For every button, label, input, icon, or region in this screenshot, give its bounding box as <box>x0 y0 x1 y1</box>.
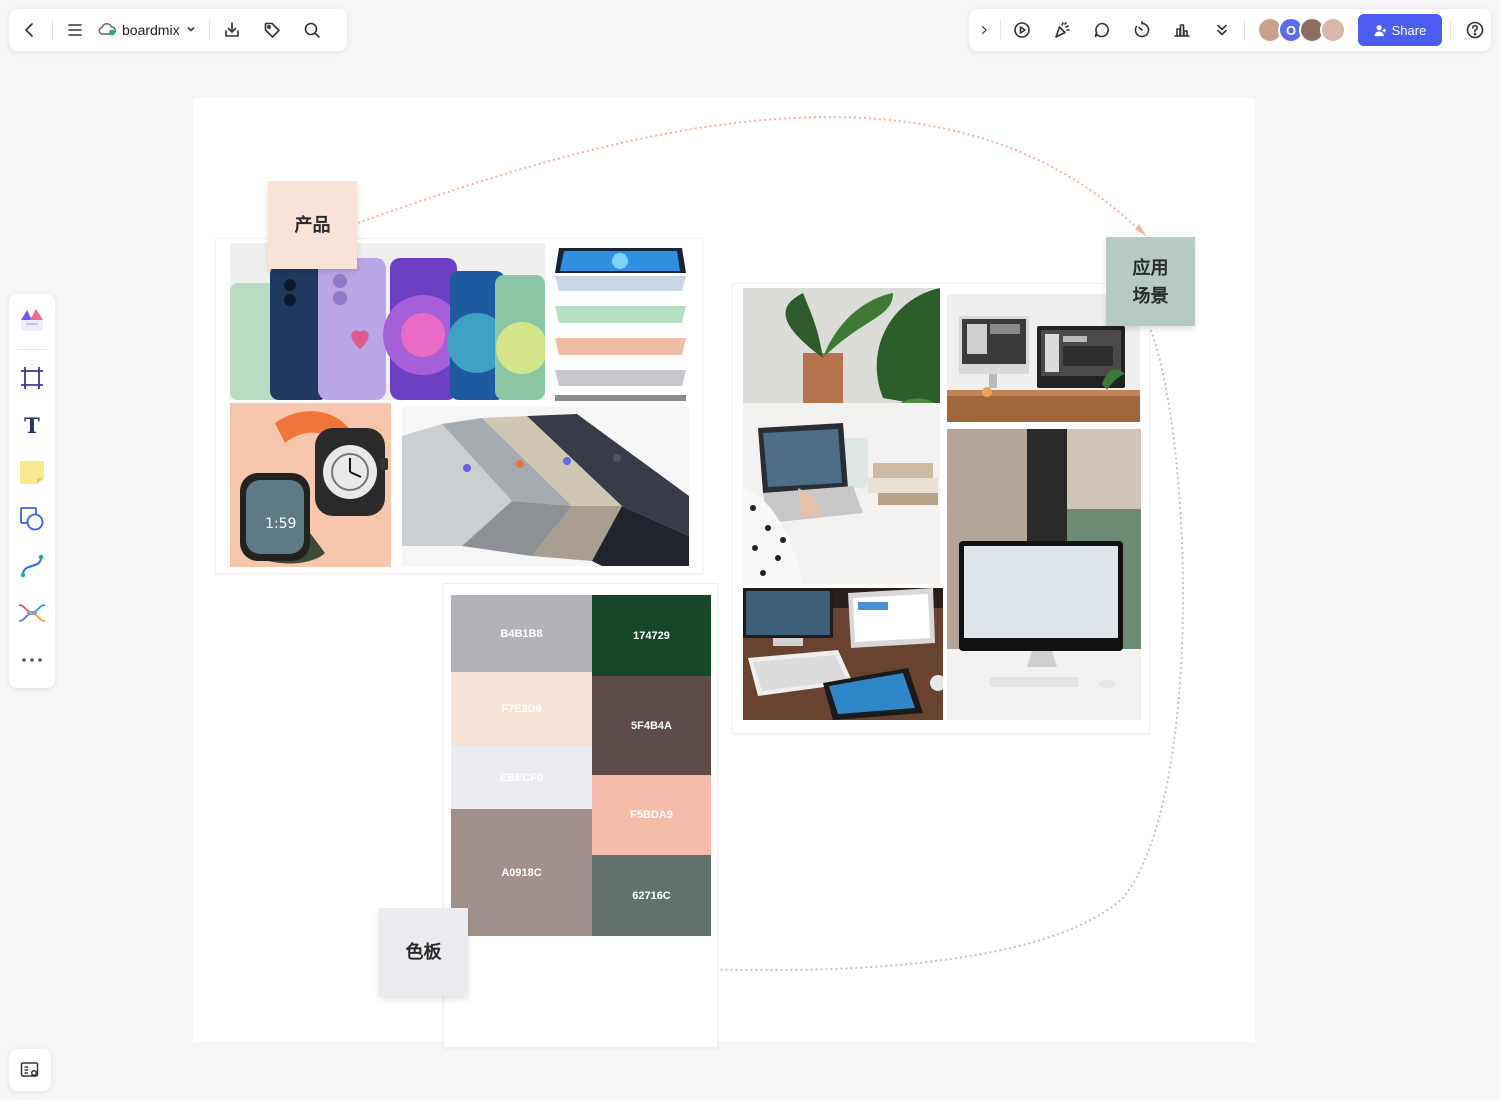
download-icon[interactable] <box>216 14 248 46</box>
sticky-note-palette[interactable]: 色板 <box>379 908 468 996</box>
swatch-hex: B4B1B8 <box>500 627 543 640</box>
svg-text:T: T <box>24 413 40 438</box>
vote-icon[interactable] <box>1166 14 1198 46</box>
minimap-icon <box>20 1062 39 1077</box>
sticky-line: 场景 <box>1132 285 1169 306</box>
frame-tool-icon[interactable] <box>12 358 52 397</box>
timer-icon[interactable] <box>1126 14 1158 46</box>
tag-icon[interactable] <box>256 14 288 46</box>
sticky-label: 应用 场景 <box>1133 254 1169 310</box>
connector-tool-icon[interactable] <box>12 547 52 586</box>
share-label: Share <box>1391 22 1427 38</box>
celebrate-icon[interactable] <box>1046 14 1078 46</box>
chevron-down-icon <box>185 22 197 38</box>
document-name: boardmix <box>122 22 180 38</box>
top-left-toolbar: boardmix <box>9 9 347 51</box>
sticky-note-tool-icon[interactable] <box>12 452 52 491</box>
sticky-note-scene[interactable]: 应用 场景 <box>1106 237 1195 326</box>
divider <box>1000 19 1001 41</box>
swatch-hex: F5BDA9 <box>630 809 673 821</box>
imac-photo[interactable] <box>947 429 1141 720</box>
color-swatch[interactable]: EBECF0 <box>451 746 592 809</box>
text-tool-icon[interactable]: T <box>12 405 52 444</box>
help-icon[interactable] <box>1459 14 1491 46</box>
color-swatch[interactable]: 174729 <box>592 595 711 676</box>
sticky-label: 产品 <box>294 215 331 235</box>
divider <box>52 19 53 41</box>
sticky-label: 色板 <box>405 942 442 962</box>
sticky-note-product[interactable]: 产品 <box>268 181 357 269</box>
color-swatch[interactable]: 62716C <box>592 855 711 936</box>
divider <box>208 19 210 41</box>
add-user-icon <box>1374 24 1386 36</box>
chevron-right-icon[interactable] <box>971 14 997 46</box>
document-name-dropdown[interactable]: boardmix <box>91 14 203 46</box>
ipad-image[interactable] <box>554 243 687 403</box>
left-toolbar: T <box>9 294 55 688</box>
swatch-hex: F7E2D6 <box>501 703 542 715</box>
color-swatch[interactable]: F7E2D6 <box>451 672 592 746</box>
imac-ipad-wood-desk-photo[interactable] <box>743 588 943 720</box>
color-swatch[interactable]: 5F4B4A <box>592 676 711 775</box>
swatch-hex: 62716C <box>632 889 671 902</box>
presentation-play-icon[interactable] <box>1006 14 1038 46</box>
templates-icon[interactable] <box>12 300 52 339</box>
color-swatch[interactable]: A0918C <box>451 809 592 936</box>
sticky-line: 应用 <box>1132 257 1169 278</box>
comment-icon[interactable] <box>1086 14 1118 46</box>
search-icon[interactable] <box>296 14 328 46</box>
apple-watch-image[interactable]: 1:59 <box>230 403 391 567</box>
share-button[interactable]: Share <box>1358 14 1442 46</box>
menu-icon[interactable] <box>59 14 91 46</box>
swatch-hex: A0918C <box>501 866 542 879</box>
divider <box>17 349 47 351</box>
shape-tool-icon[interactable] <box>12 499 52 538</box>
back-icon[interactable] <box>14 14 46 46</box>
collaborator-avatars[interactable]: O <box>1257 17 1346 43</box>
color-swatch[interactable]: F5BDA9 <box>592 775 711 855</box>
top-right-toolbar: O Share <box>969 9 1491 51</box>
macbook-image[interactable] <box>402 406 689 566</box>
swatch-hex: 5F4B4A <box>631 719 672 732</box>
whiteboard-frame[interactable]: 1:59 产品 应用 场景 B4B1B8 F7E2D6 EBECF0 A0918… <box>193 98 1255 1048</box>
mind-map-tool-icon[interactable] <box>12 594 52 633</box>
avatar[interactable] <box>1320 17 1346 43</box>
divider <box>1450 19 1451 41</box>
plant-laptop-photo[interactable] <box>743 288 940 584</box>
double-chevron-down-icon[interactable] <box>1206 14 1238 46</box>
swatch-hex: EBECF0 <box>499 771 544 784</box>
swatch-hex: 174729 <box>633 629 670 642</box>
divider <box>1244 19 1245 41</box>
more-tools-icon[interactable] <box>12 641 52 680</box>
minimap-toggle-button[interactable] <box>9 1049 51 1091</box>
svg-text:1:59: 1:59 <box>265 516 296 532</box>
cloud-saved-icon <box>97 22 117 39</box>
color-swatch[interactable]: B4B1B8 <box>451 595 592 672</box>
